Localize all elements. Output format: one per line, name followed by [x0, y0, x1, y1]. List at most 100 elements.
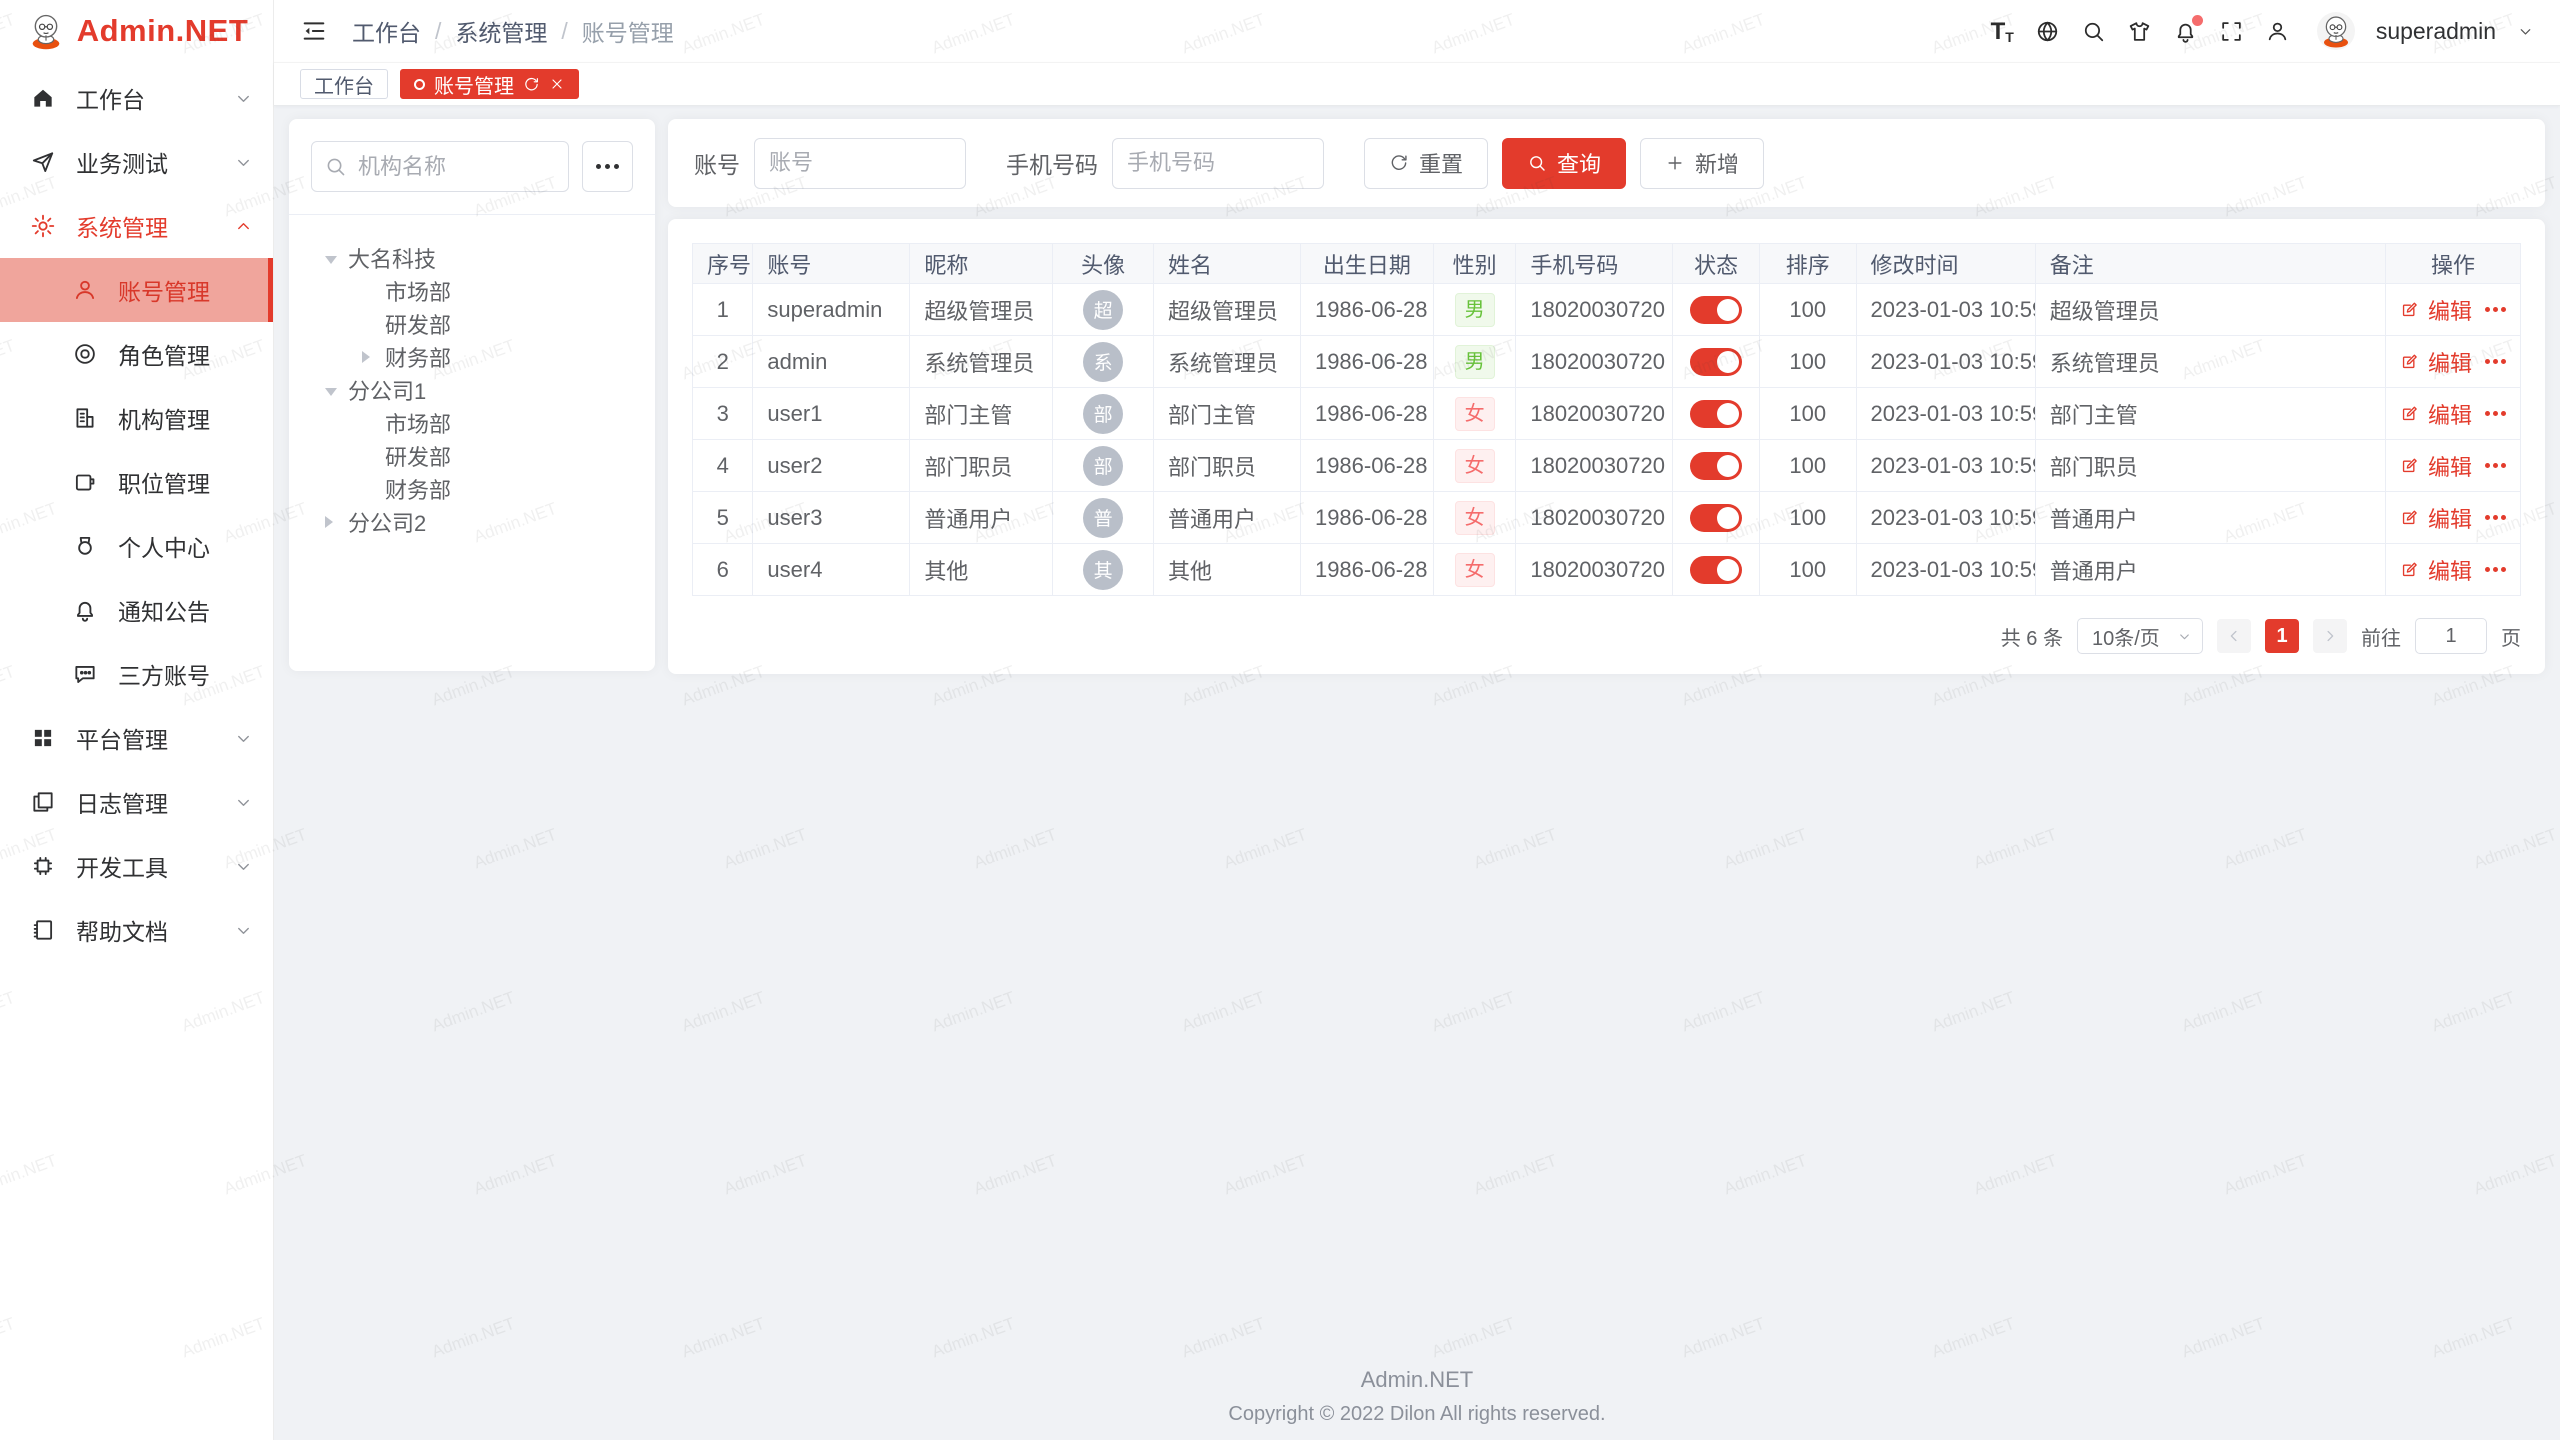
edit-icon[interactable] [2400, 351, 2419, 372]
cell-avatar: 部 [1053, 388, 1154, 440]
cell-gender: 女 [1433, 388, 1516, 440]
caret-down-icon[interactable] [325, 384, 348, 396]
status-toggle[interactable] [1690, 348, 1742, 376]
edit-icon[interactable] [2400, 299, 2419, 320]
gender-tag: 男 [1455, 345, 1495, 379]
sidebar-item-notice[interactable]: 通知公告 [0, 578, 273, 642]
font-size-icon[interactable]: TT [1991, 19, 2014, 44]
edit-icon[interactable] [2400, 507, 2419, 528]
current-page[interactable]: 1 [2265, 619, 2299, 653]
sidebar-item-account-mgmt[interactable]: 账号管理 [0, 258, 273, 322]
tree-node[interactable]: 大名科技 [311, 241, 633, 274]
add-button[interactable]: 新增 [1640, 138, 1764, 189]
more-actions-button[interactable] [2485, 307, 2506, 312]
sidebar-item-log-mgmt[interactable]: 日志管理 [0, 770, 273, 834]
edit-button[interactable]: 编辑 [2428, 554, 2472, 586]
edit-button[interactable]: 编辑 [2428, 502, 2472, 534]
breadcrumb-item[interactable]: 系统管理 [455, 14, 547, 48]
edit-icon[interactable] [2400, 403, 2419, 424]
status-toggle[interactable] [1690, 296, 1742, 324]
org-search-input[interactable] [311, 141, 569, 192]
cell-avatar: 超 [1053, 284, 1154, 336]
sidebar-item-third-account[interactable]: 三方账号 [0, 642, 273, 706]
goto-page-input[interactable] [2415, 618, 2487, 654]
tree-node[interactable]: 市场部 [311, 406, 633, 439]
user-icon[interactable] [2265, 19, 2290, 44]
sidebar-item-org-mgmt[interactable]: 机构管理 [0, 386, 273, 450]
account-input[interactable] [754, 138, 966, 189]
sidebar-item-business-test[interactable]: 业务测试 [0, 130, 273, 194]
prev-page-button[interactable] [2217, 619, 2251, 653]
tree-node[interactable]: 分公司2 [311, 505, 633, 538]
sidebar-item-dev-tools[interactable]: 开发工具 [0, 834, 273, 898]
cell-account: user3 [753, 492, 910, 544]
edit-button[interactable]: 编辑 [2428, 450, 2472, 482]
tree-node[interactable]: 财务部 [311, 472, 633, 505]
more-options-button[interactable] [582, 141, 633, 192]
menu-fold-icon[interactable] [300, 17, 328, 45]
chevron-down-icon[interactable] [2517, 23, 2534, 40]
refresh-icon[interactable] [523, 76, 540, 93]
more-actions-button[interactable] [2485, 515, 2506, 520]
tree-node[interactable]: 研发部 [311, 307, 633, 340]
cell-birth-date: 1986-06-28 [1300, 284, 1433, 336]
cell-index: 3 [693, 388, 753, 440]
page-size-select[interactable]: 10条/页 [2077, 618, 2203, 654]
edit-button[interactable]: 编辑 [2428, 294, 2472, 326]
tree-node[interactable]: 分公司1 [311, 373, 633, 406]
breadcrumb-item[interactable]: 工作台 [352, 14, 421, 48]
search-icon [1527, 153, 1547, 173]
cell-index: 6 [693, 544, 753, 596]
status-toggle[interactable] [1690, 556, 1742, 584]
logo[interactable]: Admin.NET [0, 0, 273, 62]
tree-node[interactable]: 市场部 [311, 274, 633, 307]
sidebar-item-system-mgmt[interactable]: 系统管理 [0, 194, 273, 258]
caret-right-icon[interactable] [362, 351, 385, 363]
search-button[interactable]: 查询 [1502, 138, 1626, 189]
status-toggle[interactable] [1690, 504, 1742, 532]
cell-name: 其他 [1154, 544, 1301, 596]
avatar[interactable] [2317, 12, 2355, 50]
username[interactable]: superadmin [2376, 18, 2496, 45]
tree-node[interactable]: 研发部 [311, 439, 633, 472]
more-actions-button[interactable] [2485, 359, 2506, 364]
edit-button[interactable]: 编辑 [2428, 346, 2472, 378]
bell-icon [72, 597, 98, 623]
cell-gender: 女 [1433, 440, 1516, 492]
next-page-button[interactable] [2313, 619, 2347, 653]
refresh-icon [1389, 153, 1409, 173]
table-row: 3user1部门主管部部门主管1986-06-28女18020030720100… [693, 388, 2521, 440]
search-icon[interactable] [2081, 19, 2106, 44]
notification-bell-icon[interactable] [2173, 19, 2198, 44]
more-actions-button[interactable] [2485, 567, 2506, 572]
edit-icon[interactable] [2400, 559, 2419, 580]
status-toggle[interactable] [1690, 452, 1742, 480]
sidebar-item-role-mgmt[interactable]: 角色管理 [0, 322, 273, 386]
sidebar-item-platform-mgmt[interactable]: 平台管理 [0, 706, 273, 770]
phone-input[interactable] [1112, 138, 1324, 189]
more-actions-button[interactable] [2485, 411, 2506, 416]
tab-workbench[interactable]: 工作台 [300, 69, 388, 99]
caret-right-icon[interactable] [325, 516, 348, 528]
cell-phone: 18020030720 [1516, 492, 1673, 544]
caret-down-icon[interactable] [325, 252, 348, 264]
chevron-down-icon [234, 729, 253, 748]
status-toggle[interactable] [1690, 400, 1742, 428]
sidebar-item-profile-center[interactable]: 个人中心 [0, 514, 273, 578]
tab-account-mgmt[interactable]: 账号管理 [400, 69, 579, 99]
reset-button[interactable]: 重置 [1364, 138, 1488, 189]
edit-icon[interactable] [2400, 455, 2419, 476]
tree-node[interactable]: 财务部 [311, 340, 633, 373]
fullscreen-icon[interactable] [2219, 19, 2244, 44]
sidebar-item-workbench[interactable]: 工作台 [0, 66, 273, 130]
close-icon[interactable] [549, 76, 565, 92]
cell-remark: 普通用户 [2035, 544, 2385, 596]
theme-icon[interactable] [2127, 19, 2152, 44]
language-icon[interactable] [2035, 19, 2060, 44]
sidebar-item-help-docs[interactable]: 帮助文档 [0, 898, 273, 962]
avatar: 普 [1083, 498, 1123, 538]
more-actions-button[interactable] [2485, 463, 2506, 468]
cell-order: 100 [1759, 388, 1856, 440]
sidebar-item-position-mgmt[interactable]: 职位管理 [0, 450, 273, 514]
edit-button[interactable]: 编辑 [2428, 398, 2472, 430]
